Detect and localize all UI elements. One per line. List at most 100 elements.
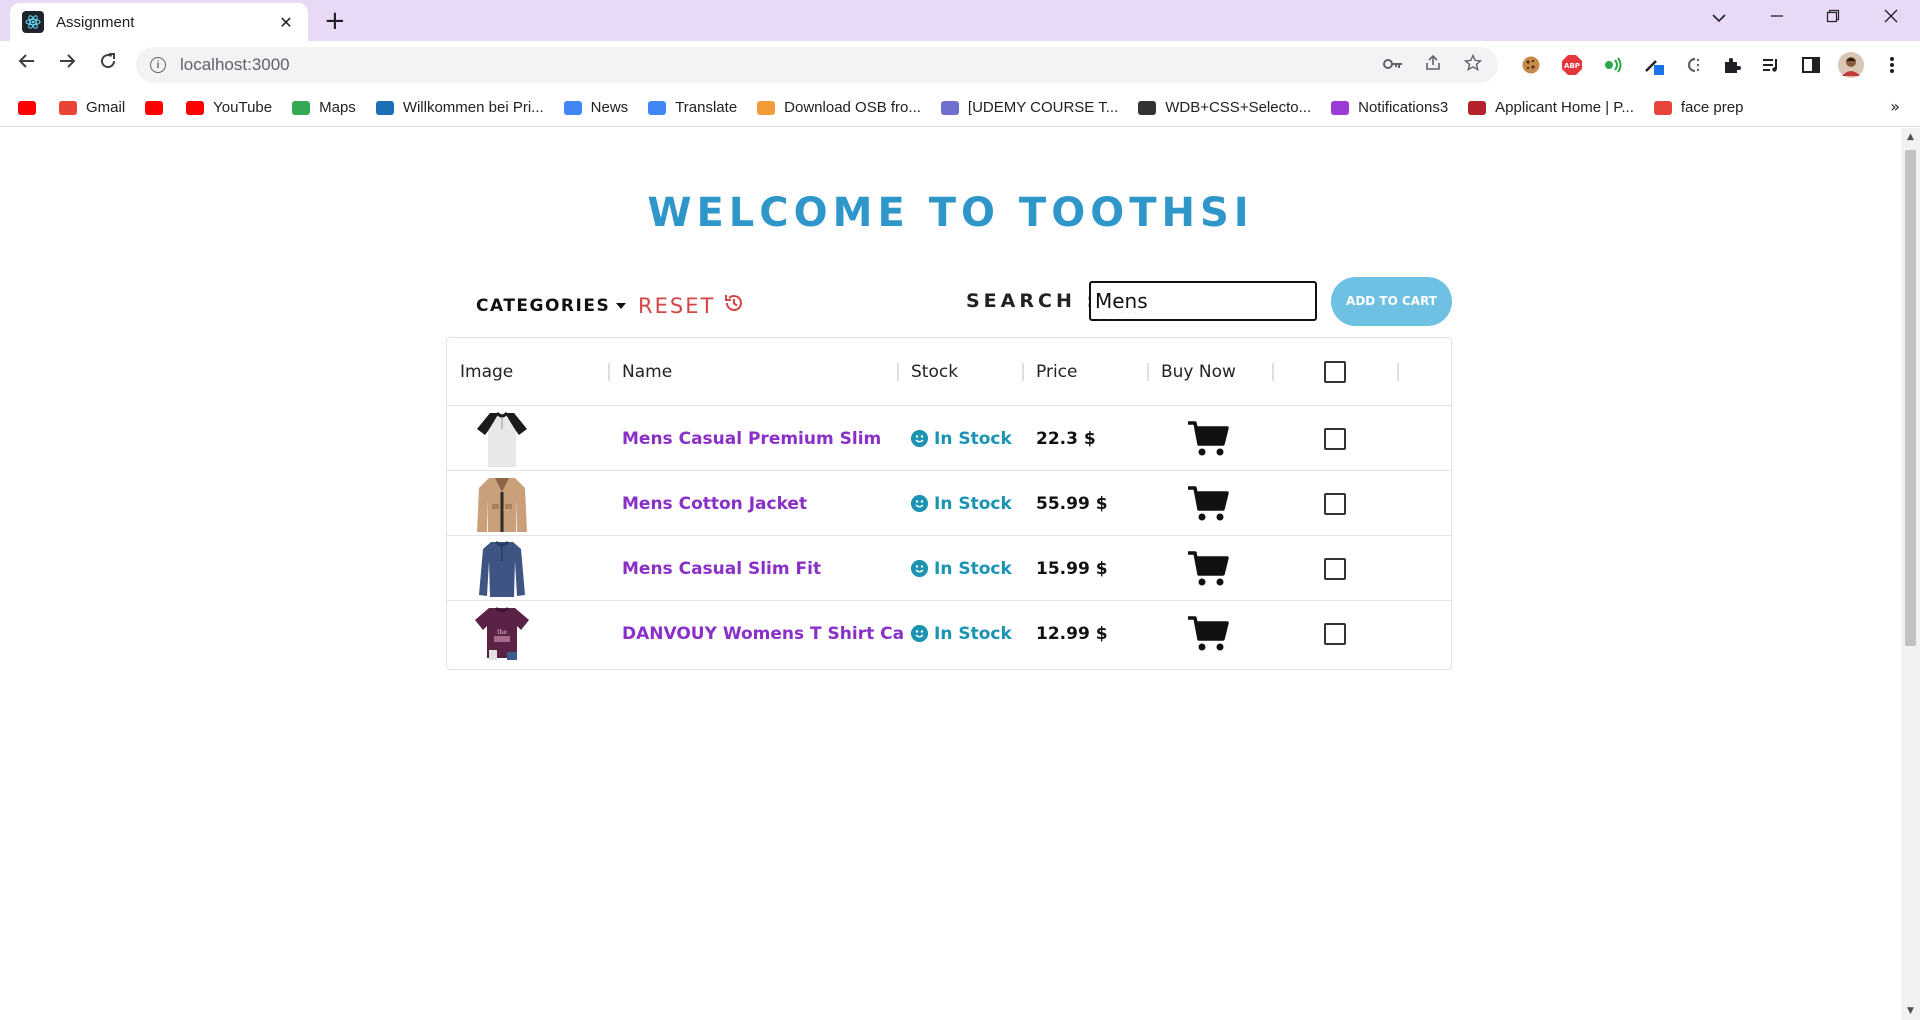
color-picker-extension-icon[interactable] xyxy=(1641,52,1667,78)
forward-icon[interactable] xyxy=(53,51,81,79)
table-row: Mens Casual Premium Slim In Stock 22.3 $ xyxy=(447,406,1451,471)
scroll-down-icon[interactable]: ▼ xyxy=(1905,1006,1916,1016)
bookmarks-overflow-icon[interactable]: » xyxy=(1890,97,1900,116)
new-tab-button[interactable]: + xyxy=(324,6,346,36)
column-divider[interactable] xyxy=(1022,363,1024,381)
share-icon[interactable] xyxy=(1418,54,1448,77)
product-price: 22.3 $ xyxy=(1036,428,1096,449)
close-window-icon[interactable] xyxy=(1876,7,1906,28)
bookmark-label: Maps xyxy=(319,99,356,116)
bookmark-item[interactable]: Notifications3 xyxy=(1331,99,1448,116)
smiley-icon xyxy=(911,495,928,512)
row-checkbox[interactable] xyxy=(1324,492,1346,515)
bookmark-item[interactable]: Maps xyxy=(292,99,356,116)
select-all-cell xyxy=(1324,338,1346,406)
stock-label: In Stock xyxy=(934,623,1012,644)
reload-icon[interactable] xyxy=(94,51,122,79)
bookmark-label: face prep xyxy=(1680,99,1744,116)
svg-text:the: the xyxy=(497,629,507,636)
bookmark-item[interactable]: News xyxy=(563,99,628,116)
table-row: Mens Casual Slim Fit In Stock 15.99 $ xyxy=(447,536,1451,601)
minimize-icon[interactable] xyxy=(1762,7,1792,28)
product-name[interactable]: Mens Casual Premium Slim xyxy=(622,406,881,471)
bookmark-star-icon[interactable] xyxy=(1458,53,1488,77)
back-icon[interactable] xyxy=(13,51,41,79)
column-divider[interactable] xyxy=(608,363,610,381)
shopping-cart-icon[interactable] xyxy=(1187,615,1229,653)
row-checkbox[interactable] xyxy=(1324,622,1346,645)
product-image-cell xyxy=(473,536,531,601)
restore-icon[interactable] xyxy=(1818,7,1848,28)
site-info-icon[interactable]: i xyxy=(150,57,166,73)
bookmark-favicon-icon xyxy=(1653,100,1672,115)
add-to-cart-button[interactable]: ADD TO CART xyxy=(1331,277,1452,326)
bookmark-item[interactable]: face prep xyxy=(1653,99,1744,116)
product-name[interactable]: DANVOUY Womens T Shirt Ca xyxy=(622,601,904,666)
shopping-cart-icon[interactable] xyxy=(1187,485,1229,523)
reset-button[interactable]: RESET xyxy=(638,292,745,319)
stock-status: In Stock xyxy=(911,601,1012,666)
product-image-cell xyxy=(473,471,531,536)
bookmark-item[interactable]: Translate xyxy=(648,99,737,116)
bookmark-item[interactable]: Willkommen bei Pri... xyxy=(375,99,544,116)
column-header-buy-now: Buy Now xyxy=(1161,362,1236,382)
bookmark-label: Gmail xyxy=(86,99,126,116)
history-icon xyxy=(723,292,745,319)
table-row: the DANVOUY Womens T Shirt Ca In Stock 1… xyxy=(447,601,1451,666)
bookmark-item[interactable]: Download OSB fro... xyxy=(757,99,921,116)
bookmark-favicon-icon xyxy=(1138,100,1157,115)
browser-menu-icon[interactable] xyxy=(1879,52,1905,78)
bookmark-item[interactable]: WDB+CSS+Selecto... xyxy=(1138,99,1311,116)
tab-close-icon[interactable]: ✕ xyxy=(276,13,296,32)
stock-status: In Stock xyxy=(911,536,1012,601)
row-checkbox[interactable] xyxy=(1324,557,1346,580)
product-image-purple-tshirt: the xyxy=(475,606,529,660)
buy-now-cell xyxy=(1187,406,1229,471)
search-input[interactable] xyxy=(1089,281,1317,321)
browser-tab-active[interactable]: Assignment ✕ xyxy=(10,3,308,41)
audio-extension-icon[interactable] xyxy=(1600,52,1626,78)
profile-avatar[interactable] xyxy=(1838,52,1864,78)
adblock-extension-icon[interactable]: ABP xyxy=(1559,52,1585,78)
bookmark-item[interactable]: Gmail xyxy=(59,99,125,116)
code-extension-icon[interactable] xyxy=(1680,52,1706,78)
select-cell xyxy=(1324,471,1346,536)
product-name[interactable]: Mens Cotton Jacket xyxy=(622,471,807,536)
key-icon[interactable] xyxy=(1378,55,1408,75)
page-content: WELCOME TO TOOTHSI CATEGORIES RESET SEAR… xyxy=(0,128,1901,1020)
column-divider[interactable] xyxy=(1147,363,1149,381)
smiley-icon xyxy=(911,430,928,447)
bookmark-item[interactable] xyxy=(145,100,172,115)
url-text[interactable]: localhost:3000 xyxy=(180,55,1378,75)
column-divider[interactable] xyxy=(1397,363,1399,381)
bookmark-label: [UDEMY COURSE T... xyxy=(967,99,1119,116)
media-queue-icon[interactable] xyxy=(1758,52,1784,78)
product-price: 55.99 $ xyxy=(1036,493,1108,514)
shopping-cart-icon[interactable] xyxy=(1187,420,1229,458)
scroll-up-icon[interactable]: ▲ xyxy=(1905,132,1916,142)
address-bar[interactable]: i localhost:3000 xyxy=(136,47,1498,83)
column-divider[interactable] xyxy=(897,363,899,381)
side-panel-icon[interactable] xyxy=(1798,52,1824,78)
bookmark-item[interactable]: [UDEMY COURSE T... xyxy=(940,99,1119,116)
cookie-extension-icon[interactable] xyxy=(1518,52,1544,78)
extensions-puzzle-icon[interactable] xyxy=(1719,52,1745,78)
bookmark-item[interactable] xyxy=(18,100,45,115)
select-all-checkbox[interactable] xyxy=(1324,361,1346,383)
column-divider[interactable] xyxy=(1272,363,1274,381)
bookmark-favicon-icon xyxy=(186,100,205,115)
bookmark-favicon-icon xyxy=(18,100,36,115)
select-cell xyxy=(1324,536,1346,601)
bookmark-item[interactable]: YouTube xyxy=(186,99,272,116)
row-checkbox[interactable] xyxy=(1324,427,1346,450)
bookmark-label: YouTube xyxy=(213,99,273,116)
page-scrollbar[interactable]: ▲ ▼ xyxy=(1901,128,1920,1020)
product-name[interactable]: Mens Casual Slim Fit xyxy=(622,536,821,601)
scrollbar-thumb[interactable] xyxy=(1905,150,1916,646)
smiley-icon xyxy=(911,560,928,577)
categories-dropdown[interactable]: CATEGORIES xyxy=(476,296,627,316)
product-table: Image Name Stock Price Buy Now Mens Casu… xyxy=(446,337,1452,670)
shopping-cart-icon[interactable] xyxy=(1187,550,1229,588)
tab-search-icon[interactable] xyxy=(1704,7,1734,28)
bookmark-item[interactable]: Applicant Home | P... xyxy=(1468,99,1634,116)
